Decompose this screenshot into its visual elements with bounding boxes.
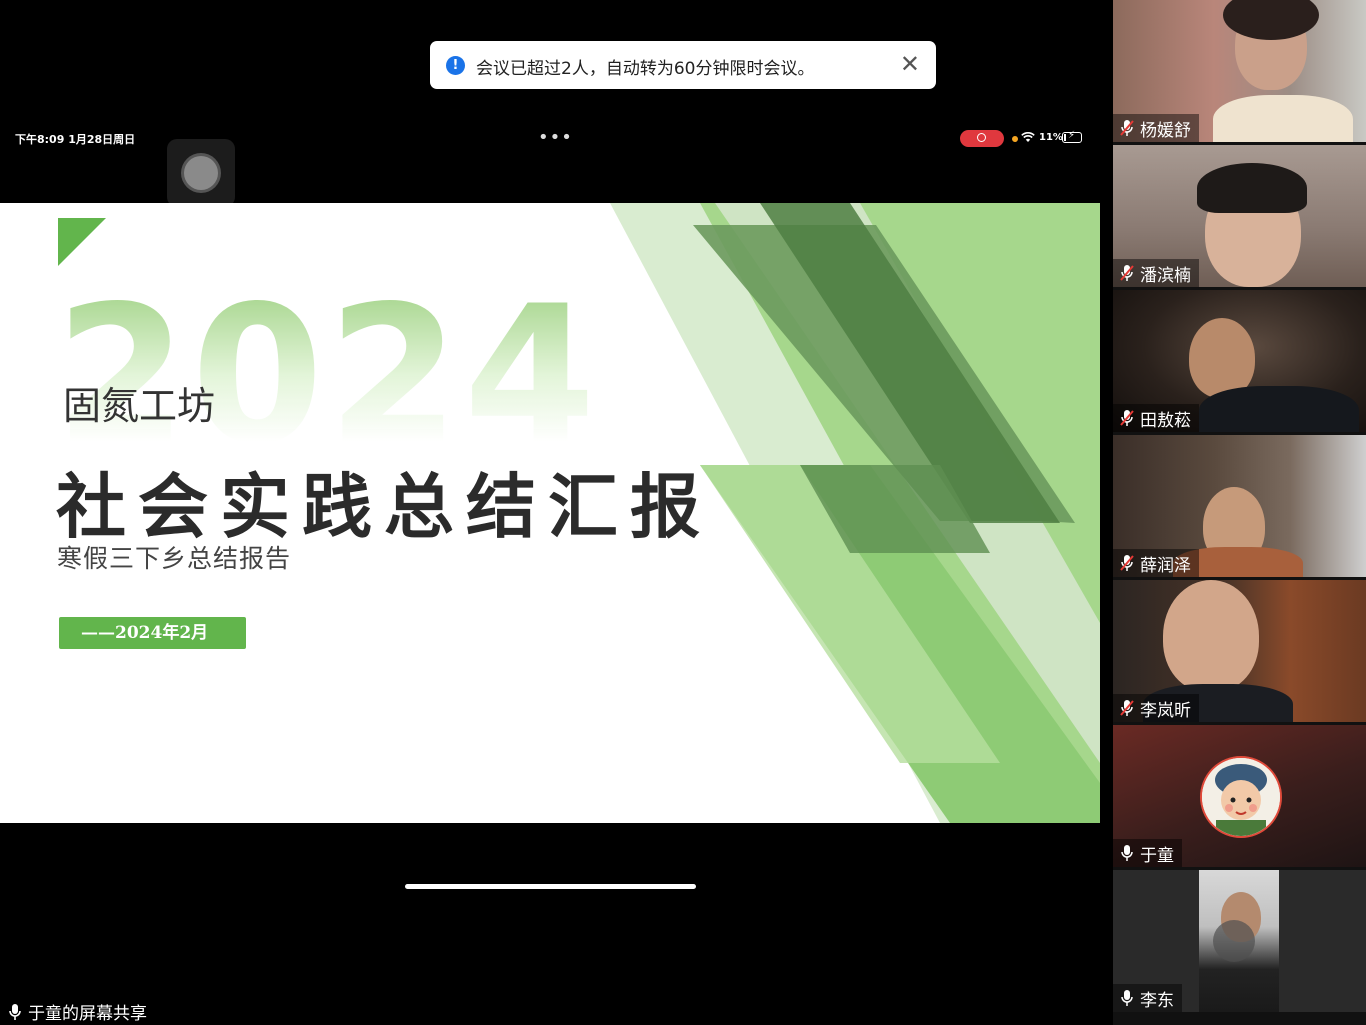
participant-tile[interactable]: 潘滨楠 xyxy=(1113,145,1366,287)
participant-tile[interactable]: 田敖菘 xyxy=(1113,290,1366,432)
microphone-icon xyxy=(9,1003,21,1020)
participant-name-tag: 薛润泽 xyxy=(1113,549,1199,577)
notification-message: 会议已超过2人，自动转为60分钟限时会议。 xyxy=(476,59,815,79)
slide-org-name: 固氮工坊 xyxy=(63,384,216,428)
presentation-slide: 2024 固氮工坊 社会实践总结汇报 寒假三下乡总结报告 ——2024年2月 xyxy=(0,203,1100,823)
wifi-icon xyxy=(1021,132,1035,142)
battery-percent: 11% xyxy=(1039,132,1063,143)
slide-subtitle: 寒假三下乡总结报告 xyxy=(57,544,292,573)
participant-list: 杨媛舒 潘滨楠 田敖菘 薛润泽 李岚昕 于童 李东 xyxy=(1113,0,1366,1025)
participant-tile[interactable]: 于童 xyxy=(1113,725,1366,867)
screen-share-owner: 于童的屏幕共享 xyxy=(28,1004,147,1024)
battery-icon xyxy=(1062,130,1082,143)
participant-name: 田敖菘 xyxy=(1140,410,1191,431)
microphone-icon xyxy=(1121,845,1133,861)
participant-face xyxy=(1163,580,1259,692)
participant-jacket xyxy=(1199,386,1359,432)
muted-mic-icon xyxy=(1120,555,1134,571)
participant-name-tag: 田敖菘 xyxy=(1113,404,1199,432)
participant-name-tag: 李东 xyxy=(1113,984,1182,1012)
screen-record-icon xyxy=(960,130,1004,147)
close-icon[interactable]: ✕ xyxy=(900,51,920,77)
slide-date-badge: ——2024年2月 xyxy=(59,617,246,649)
muted-mic-icon xyxy=(1120,410,1134,426)
assistive-touch-button[interactable] xyxy=(167,139,235,207)
shared-ipad-status-bar: 下午8:09 1月28日周日 ••• 11% xyxy=(0,126,1100,152)
participant-name: 薛润泽 xyxy=(1140,555,1191,576)
muted-mic-icon xyxy=(1120,700,1134,716)
muted-mic-icon xyxy=(1120,265,1134,281)
cartoon-child-avatar-icon xyxy=(1202,758,1280,836)
participant-tile[interactable]: 李东 xyxy=(1113,870,1366,1012)
screen-share-label: 于童的屏幕共享 xyxy=(8,999,147,1024)
participant-name: 潘滨楠 xyxy=(1140,265,1191,286)
home-indicator xyxy=(405,884,696,889)
participant-hair xyxy=(1197,163,1307,213)
muted-mic-icon xyxy=(1120,120,1134,136)
info-icon: ! xyxy=(446,56,465,75)
more-dots-icon: ••• xyxy=(538,127,573,148)
mic-indicator-dot xyxy=(1012,136,1018,142)
meeting-limit-notification: ! 会议已超过2人，自动转为60分钟限时会议。 ✕ xyxy=(430,41,936,89)
screen-share-area: 下午8:09 1月28日周日 ••• 11% 2024 固氮工坊 社会实践总结汇… xyxy=(0,0,1112,1025)
participant-name-tag: 李岚昕 xyxy=(1113,694,1199,722)
participant-name: 李东 xyxy=(1140,990,1174,1011)
participant-shirt xyxy=(1213,95,1353,142)
participant-tile[interactable]: 薛润泽 xyxy=(1113,435,1366,577)
participant-tile[interactable]: 杨媛舒 xyxy=(1113,0,1366,142)
participant-name: 李岚昕 xyxy=(1140,700,1191,721)
participant-name-tag: 潘滨楠 xyxy=(1113,259,1199,287)
speaking-indicator xyxy=(1213,920,1255,962)
status-time: 下午8:09 1月28日周日 xyxy=(15,133,136,146)
participant-name: 杨媛舒 xyxy=(1140,120,1191,141)
microphone-icon xyxy=(1121,990,1133,1006)
avatar xyxy=(1200,756,1282,838)
slide-title: 社会实践总结汇报 xyxy=(56,466,712,548)
participant-name-tag: 于童 xyxy=(1113,839,1182,867)
participant-tile[interactable]: 李岚昕 xyxy=(1113,580,1366,722)
participant-name: 于童 xyxy=(1140,845,1174,866)
participant-name-tag: 杨媛舒 xyxy=(1113,114,1199,142)
